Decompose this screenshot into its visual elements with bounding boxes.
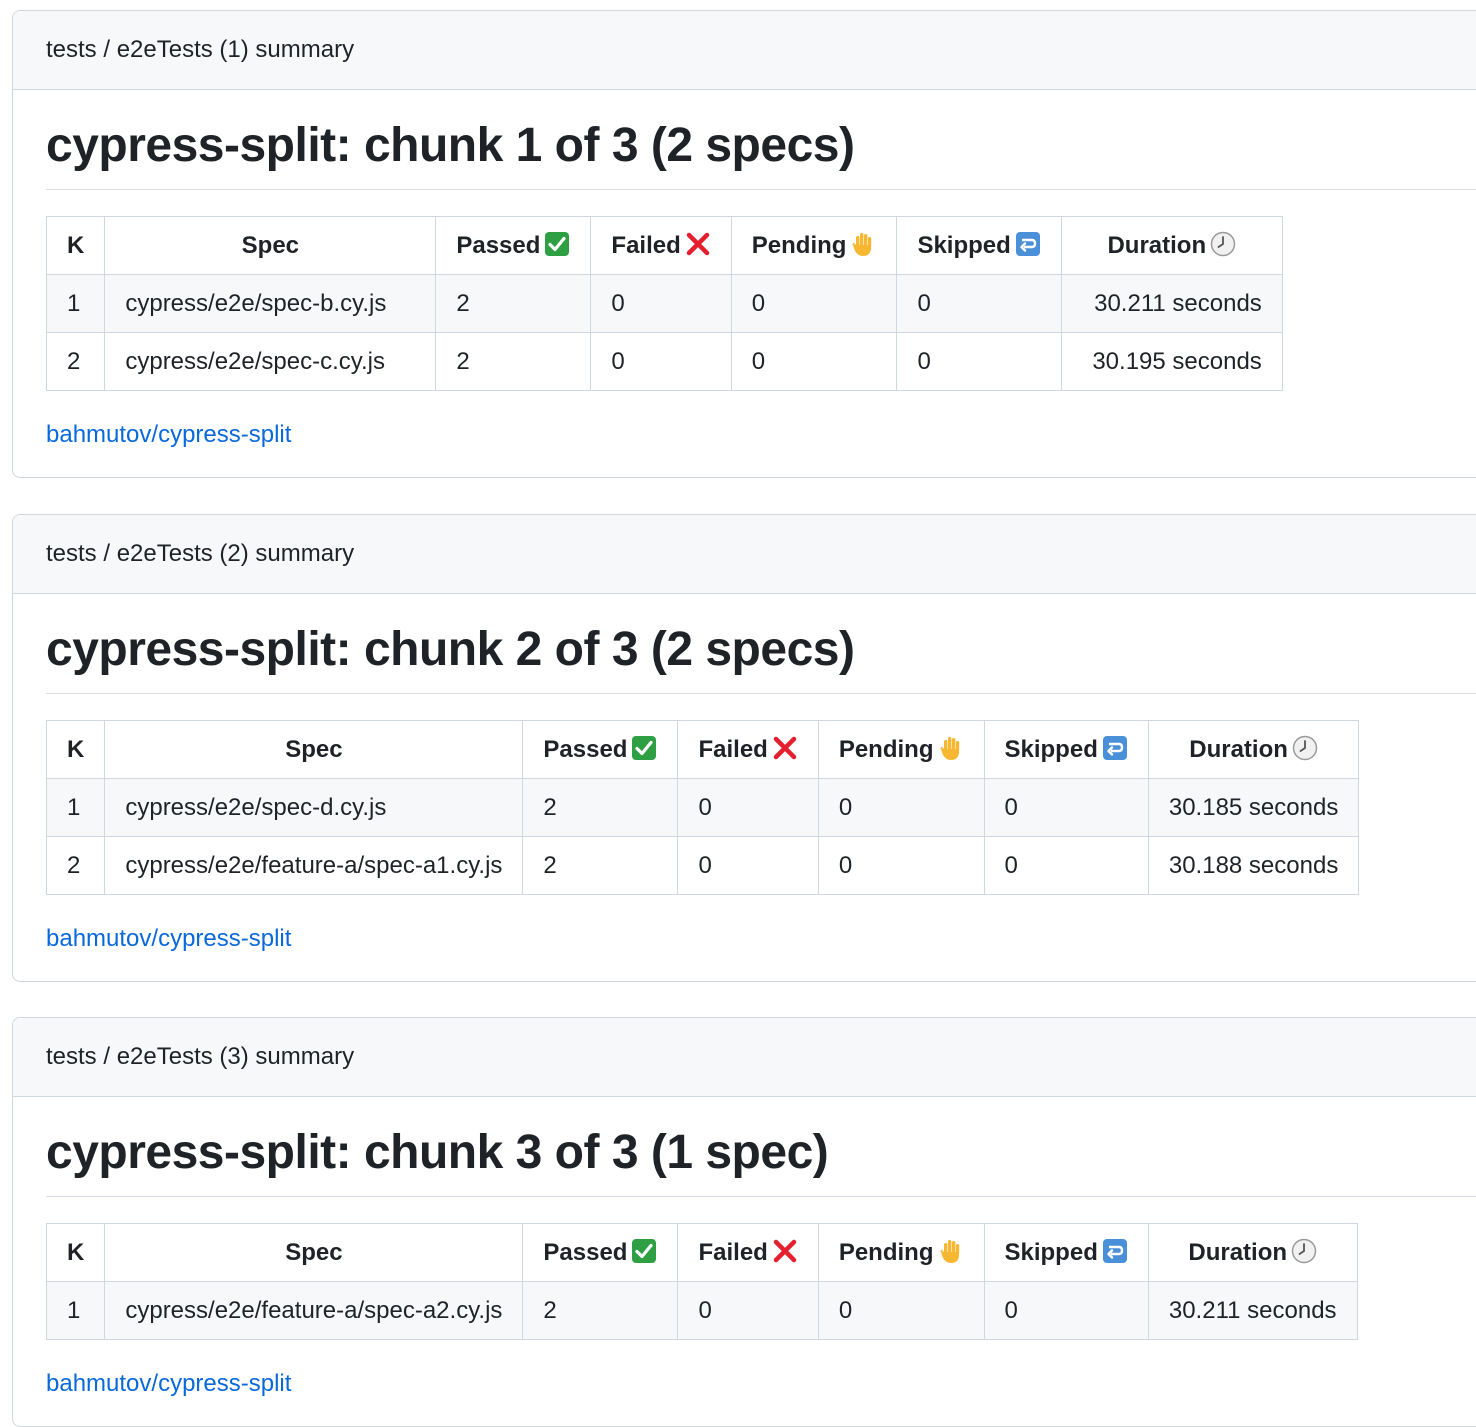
cell-pending: 0 xyxy=(730,274,898,334)
cell-passed: 2 xyxy=(522,1281,679,1341)
summary-body: cypress-split: chunk 3 of 3 (1 spec) K S… xyxy=(13,1097,1476,1398)
cross-mark-icon xyxy=(772,735,798,761)
column-header-spec: Spec xyxy=(104,1223,524,1283)
spec-results-table: K Spec Passed Failed Pending Skipped Dur… xyxy=(45,216,1283,392)
column-header-skipped: Skipped xyxy=(983,1223,1149,1283)
cell-skipped: 0 xyxy=(983,778,1149,838)
column-header-passed: Passed xyxy=(522,1223,679,1283)
summary-body: cypress-split: chunk 2 of 3 (2 specs) K … xyxy=(13,594,1476,953)
return-arrow-icon xyxy=(1102,1238,1128,1264)
cross-mark-icon xyxy=(772,1238,798,1264)
table-row: 1 cypress/e2e/spec-b.cy.js 2 0 0 0 30.21… xyxy=(45,274,1283,334)
column-header-pending: Pending xyxy=(817,1223,985,1283)
cell-failed: 0 xyxy=(590,332,732,392)
raised-hand-icon xyxy=(938,1238,964,1264)
cell-failed: 0 xyxy=(677,1281,819,1341)
spec-results-table: K Spec Passed Failed Pending Skipped Dur… xyxy=(45,720,1360,896)
chunk-title: cypress-split: chunk 3 of 3 (1 spec) xyxy=(46,1097,1476,1198)
summary-card-2: tests / e2eTests (2) summary cypress-spl… xyxy=(12,514,1476,983)
cell-failed: 0 xyxy=(677,778,819,838)
cell-duration: 30.188 seconds xyxy=(1147,836,1360,896)
cell-pending: 0 xyxy=(730,332,898,392)
cell-k: 2 xyxy=(45,332,106,392)
cell-skipped: 0 xyxy=(983,836,1149,896)
cell-passed: 2 xyxy=(522,778,679,838)
chunk-title: cypress-split: chunk 1 of 3 (2 specs) xyxy=(46,90,1476,191)
column-header-k: K xyxy=(45,1223,106,1283)
cell-pending: 0 xyxy=(817,778,985,838)
column-header-passed: Passed xyxy=(522,720,679,780)
summary-card-1: tests / e2eTests (1) summary cypress-spl… xyxy=(12,10,1476,479)
summary-header: tests / e2eTests (2) summary xyxy=(13,515,1476,594)
summary-header: tests / e2eTests (3) summary xyxy=(13,1018,1476,1097)
return-arrow-icon xyxy=(1102,735,1128,761)
cell-k: 2 xyxy=(45,836,106,896)
cell-failed: 0 xyxy=(590,274,732,334)
cell-skipped: 0 xyxy=(983,1281,1149,1341)
summary-header: tests / e2eTests (1) summary xyxy=(13,11,1476,90)
table-header-row: K Spec Passed Failed Pending Skipped Dur… xyxy=(45,720,1360,780)
column-header-passed: Passed xyxy=(435,216,592,276)
table-row: 1 cypress/e2e/feature-a/spec-a2.cy.js 2 … xyxy=(45,1281,1358,1341)
cell-spec: cypress/e2e/spec-c.cy.js xyxy=(104,332,437,392)
check-mark-button-icon xyxy=(544,231,570,257)
raised-hand-icon xyxy=(938,735,964,761)
cross-mark-icon xyxy=(685,231,711,257)
cell-spec: cypress/e2e/feature-a/spec-a1.cy.js xyxy=(104,836,524,896)
repo-link[interactable]: bahmutov/cypress-split xyxy=(46,421,1476,449)
column-header-failed: Failed xyxy=(677,1223,819,1283)
column-header-skipped: Skipped xyxy=(896,216,1062,276)
clock-icon xyxy=(1291,1238,1317,1264)
summary-card-3: tests / e2eTests (3) summary cypress-spl… xyxy=(12,1017,1476,1427)
clock-icon xyxy=(1292,735,1318,761)
column-header-pending: Pending xyxy=(817,720,985,780)
table-header-row: K Spec Passed Failed Pending Skipped Dur… xyxy=(45,1223,1358,1283)
cell-skipped: 0 xyxy=(896,332,1062,392)
repo-link[interactable]: bahmutov/cypress-split xyxy=(46,1370,1476,1398)
summary-body: cypress-split: chunk 1 of 3 (2 specs) K … xyxy=(13,90,1476,449)
column-header-duration: Duration xyxy=(1147,1223,1358,1283)
check-mark-button-icon xyxy=(631,1238,657,1264)
cell-pending: 0 xyxy=(817,1281,985,1341)
cell-pending: 0 xyxy=(817,836,985,896)
cell-passed: 2 xyxy=(435,274,592,334)
cell-spec: cypress/e2e/spec-b.cy.js xyxy=(104,274,437,334)
cell-spec: cypress/e2e/spec-d.cy.js xyxy=(104,778,524,838)
table-row: 2 cypress/e2e/spec-c.cy.js 2 0 0 0 30.19… xyxy=(45,332,1283,392)
cell-passed: 2 xyxy=(522,836,679,896)
clock-icon xyxy=(1210,231,1236,257)
check-mark-button-icon xyxy=(631,735,657,761)
column-header-duration: Duration xyxy=(1060,216,1283,276)
column-header-k: K xyxy=(45,720,106,780)
cell-spec: cypress/e2e/feature-a/spec-a2.cy.js xyxy=(104,1281,524,1341)
raised-hand-icon xyxy=(850,231,876,257)
column-header-k: K xyxy=(45,216,106,276)
table-row: 2 cypress/e2e/feature-a/spec-a1.cy.js 2 … xyxy=(45,836,1360,896)
chunk-title: cypress-split: chunk 2 of 3 (2 specs) xyxy=(46,594,1476,695)
column-header-failed: Failed xyxy=(677,720,819,780)
cell-k: 1 xyxy=(45,1281,106,1341)
column-header-failed: Failed xyxy=(590,216,732,276)
cell-k: 1 xyxy=(45,778,106,838)
cell-passed: 2 xyxy=(435,332,592,392)
column-header-spec: Spec xyxy=(104,216,437,276)
table-header-row: K Spec Passed Failed Pending Skipped Dur… xyxy=(45,216,1283,276)
cell-failed: 0 xyxy=(677,836,819,896)
table-row: 1 cypress/e2e/spec-d.cy.js 2 0 0 0 30.18… xyxy=(45,778,1360,838)
cell-duration: 30.211 seconds xyxy=(1060,274,1283,334)
cell-k: 1 xyxy=(45,274,106,334)
repo-link[interactable]: bahmutov/cypress-split xyxy=(46,925,1476,953)
column-header-spec: Spec xyxy=(104,720,524,780)
cell-skipped: 0 xyxy=(896,274,1062,334)
cell-duration: 30.195 seconds xyxy=(1060,332,1283,392)
spec-results-table: K Spec Passed Failed Pending Skipped Dur… xyxy=(45,1223,1358,1341)
column-header-pending: Pending xyxy=(730,216,898,276)
return-arrow-icon xyxy=(1015,231,1041,257)
column-header-skipped: Skipped xyxy=(983,720,1149,780)
column-header-duration: Duration xyxy=(1147,720,1360,780)
cell-duration: 30.185 seconds xyxy=(1147,778,1360,838)
cell-duration: 30.211 seconds xyxy=(1147,1281,1358,1341)
